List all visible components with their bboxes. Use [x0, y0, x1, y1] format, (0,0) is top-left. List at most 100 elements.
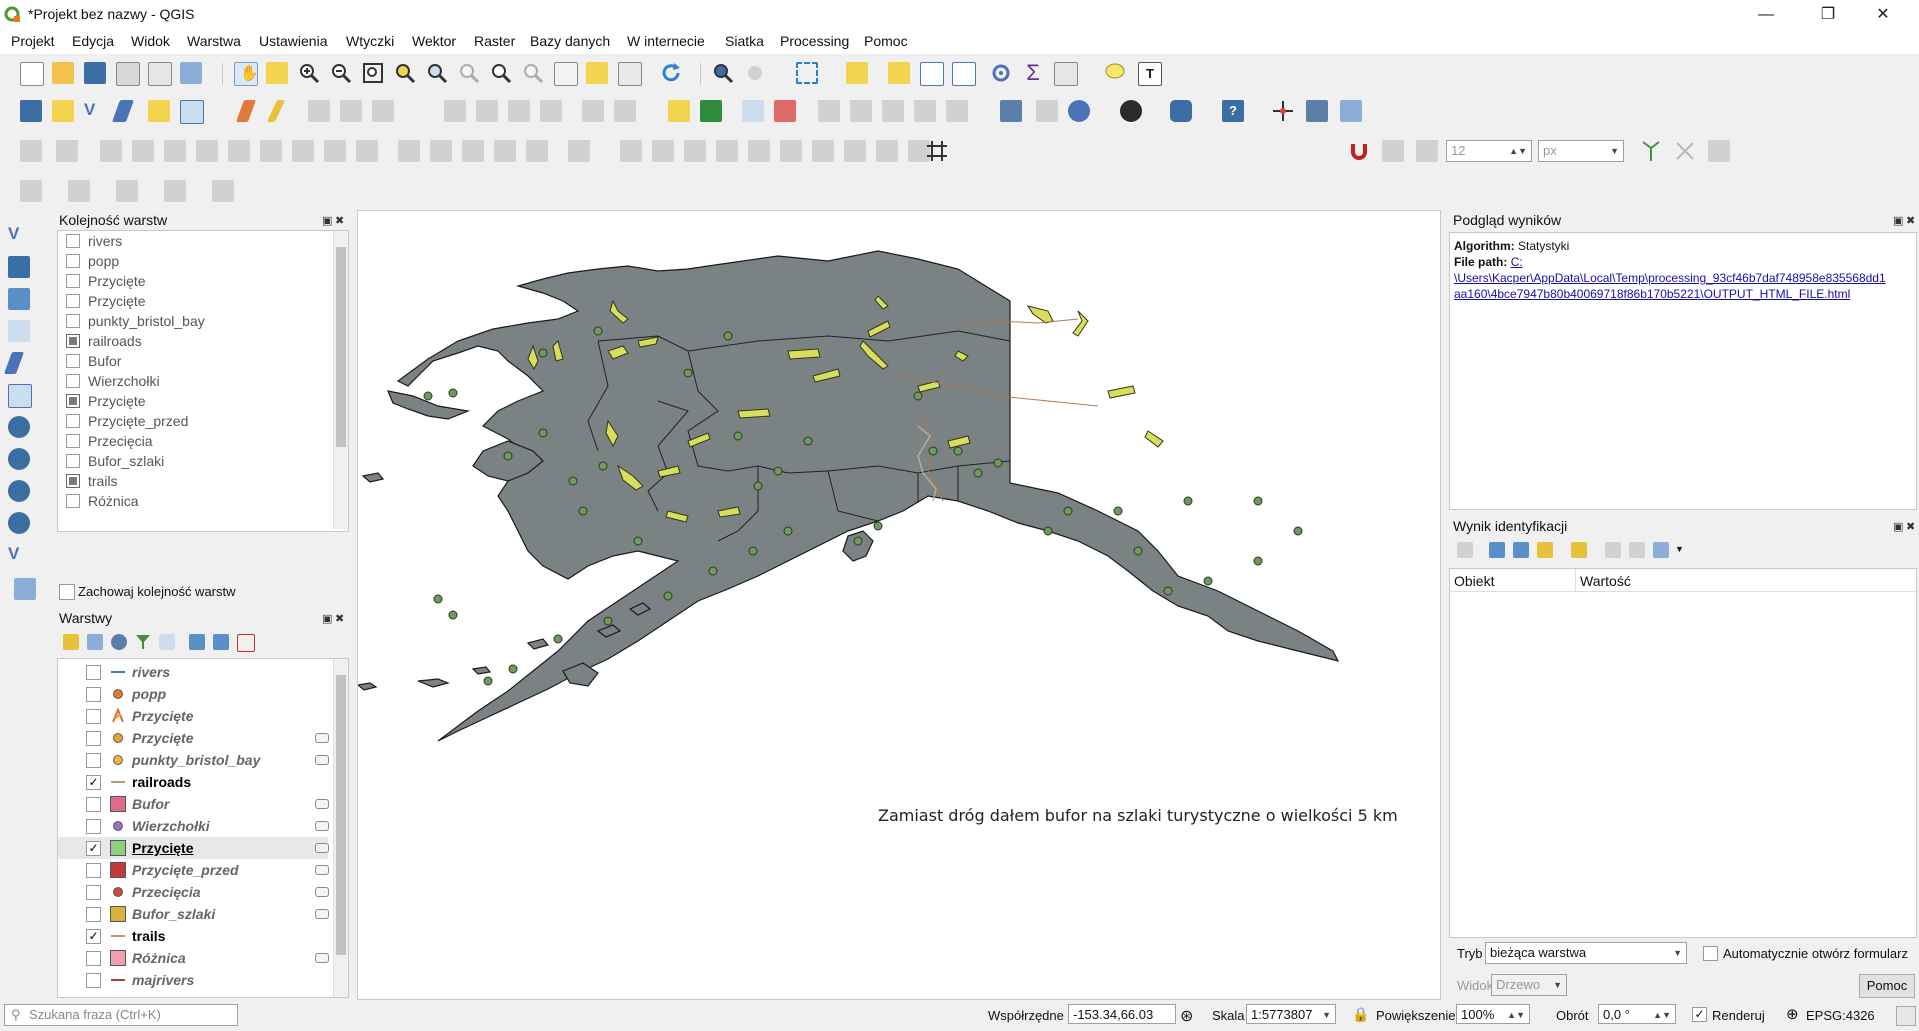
- layer-visibility-checkbox[interactable]: [86, 819, 101, 834]
- new-geopackage-icon[interactable]: [52, 100, 74, 122]
- digitize-icon[interactable]: [111, 100, 135, 122]
- field-calculator-icon[interactable]: [952, 62, 976, 86]
- menu-processing[interactable]: Processing: [780, 33, 849, 49]
- select-by-value-icon[interactable]: [846, 62, 868, 84]
- layer-indicator-icon[interactable]: [315, 909, 329, 919]
- undo-icon[interactable]: [582, 100, 604, 122]
- menu-bazy-danych[interactable]: Bazy danych: [530, 33, 610, 49]
- measure-icon[interactable]: [1054, 62, 1078, 86]
- help-button[interactable]: Pomoc: [1859, 974, 1915, 998]
- float-panel-icon[interactable]: ▣: [322, 612, 332, 625]
- add-virtual-icon[interactable]: [8, 384, 32, 408]
- filter-expression-icon[interactable]: [159, 634, 175, 650]
- snapping-magnet-icon[interactable]: [1348, 140, 1370, 162]
- collapse-all-icon[interactable]: [1513, 542, 1529, 558]
- add-xyz-icon[interactable]: [14, 578, 36, 600]
- layer-indicator-icon[interactable]: [315, 865, 329, 875]
- text-annotation-icon[interactable]: T: [1138, 62, 1162, 86]
- reshape-features-icon[interactable]: [324, 140, 346, 162]
- view-select[interactable]: Drzewo ▼: [1491, 974, 1567, 996]
- extents-toggle-icon[interactable]: ⊛: [1180, 1006, 1193, 1026]
- rotation-input[interactable]: 0,0 ° ▲▼: [1598, 1004, 1676, 1024]
- close-panel-icon[interactable]: ✖: [1906, 214, 1915, 227]
- float-panel-icon[interactable]: ▣: [1893, 214, 1903, 227]
- zoom-last-icon[interactable]: [490, 62, 512, 84]
- simplify-feature-icon[interactable]: [132, 140, 154, 162]
- mode-select[interactable]: bieżąca warstwa ▼: [1485, 942, 1687, 964]
- order-checkbox[interactable]: [66, 254, 80, 268]
- menu-wektor[interactable]: Wektor: [412, 33, 456, 49]
- layer-visibility-checkbox[interactable]: [86, 665, 101, 680]
- remove-layer-icon[interactable]: [237, 634, 255, 652]
- filter-legend-icon[interactable]: [135, 634, 151, 650]
- crs-globe-icon[interactable]: ⊕: [1786, 1005, 1799, 1023]
- snap-intersection-icon[interactable]: [1708, 140, 1730, 162]
- layer-row[interactable]: majrivers: [58, 969, 328, 991]
- map-annotation[interactable]: Zamiast dróg dałem bufor na szlaki turys…: [878, 806, 1398, 825]
- identify-features-icon[interactable]: [712, 62, 734, 84]
- layer-row[interactable]: popp: [58, 683, 328, 705]
- save-edits-icon[interactable]: [308, 100, 330, 122]
- layer-visibility-checkbox[interactable]: [86, 973, 101, 988]
- rotate-feature-icon[interactable]: [100, 140, 122, 162]
- trim-extend-icon[interactable]: [620, 140, 642, 162]
- expand-tree-icon[interactable]: [1457, 542, 1473, 558]
- layer-indicator-icon[interactable]: [315, 821, 329, 831]
- order-checkbox[interactable]: [66, 334, 80, 348]
- snap-tolerance-input[interactable]: 12 ▲▼: [1446, 140, 1532, 162]
- change-label-icon[interactable]: [914, 100, 936, 122]
- print-response-icon[interactable]: [1629, 542, 1645, 558]
- snapping-tracing-icon[interactable]: [652, 140, 674, 162]
- layer-indicator-icon[interactable]: [315, 733, 329, 743]
- add-spatialite-icon[interactable]: [3, 352, 25, 374]
- metasearch-icon[interactable]: [1120, 100, 1142, 122]
- order-checkbox[interactable]: [66, 314, 80, 328]
- layer-visibility-checkbox[interactable]: [86, 885, 101, 900]
- data-source-manager-icon[interactable]: [20, 100, 42, 122]
- georeferencer-icon[interactable]: [1340, 100, 1362, 122]
- pan-to-selection-icon[interactable]: [266, 62, 288, 84]
- delete-ring-icon[interactable]: [260, 140, 282, 162]
- order-checkbox[interactable]: [66, 454, 80, 468]
- show-hide-labels-icon[interactable]: [818, 100, 840, 122]
- zoom-next-icon[interactable]: [522, 62, 544, 84]
- render-checkbox[interactable]: ✓: [1692, 1007, 1707, 1022]
- menu-warstwa[interactable]: Warstwa: [187, 33, 241, 49]
- maximize-button[interactable]: ❐: [1805, 0, 1851, 30]
- paste-features-icon[interactable]: [540, 100, 562, 122]
- menu-edycja[interactable]: Edycja: [72, 33, 114, 49]
- pan-hand-icon[interactable]: ✋: [234, 62, 259, 86]
- close-panel-icon[interactable]: ✖: [335, 612, 344, 625]
- layer-visibility-checkbox[interactable]: [86, 687, 101, 702]
- zoom-full-icon[interactable]: [362, 62, 384, 84]
- style-manager-icon[interactable]: [180, 62, 202, 84]
- layers-scrollbar[interactable]: [333, 659, 348, 997]
- order-scroll-thumb[interactable]: [336, 247, 346, 447]
- zoom-native-icon[interactable]: [458, 62, 480, 84]
- layer-row[interactable]: ✓ trails: [58, 925, 328, 947]
- coordinate-capture-icon[interactable]: [1306, 100, 1328, 122]
- layer-row[interactable]: Bufor_szlaki: [58, 903, 329, 925]
- float-panel-icon[interactable]: ▣: [1893, 520, 1903, 533]
- processing-toolbox-icon[interactable]: [990, 62, 1012, 84]
- add-wfs-icon[interactable]: [8, 480, 30, 502]
- digitize-ellipse-icon[interactable]: [68, 180, 90, 202]
- layers-scroll-thumb[interactable]: [336, 675, 346, 955]
- snap-unit-select[interactable]: px ▼: [1538, 140, 1624, 162]
- add-delimited-text-icon[interactable]: [8, 320, 30, 342]
- shape-ellipse-icon[interactable]: [716, 140, 738, 162]
- close-button[interactable]: ✕: [1860, 0, 1906, 30]
- deselect-all-icon[interactable]: [888, 62, 910, 84]
- add-vector-icon[interactable]: V: [8, 224, 30, 246]
- layer-visibility-checkbox[interactable]: [86, 797, 101, 812]
- layer-indicator-icon[interactable]: [315, 887, 329, 897]
- statistical-summary-icon[interactable]: Σ: [1022, 62, 1044, 84]
- keep-order-checkbox[interactable]: [59, 584, 75, 600]
- order-checkbox[interactable]: [66, 354, 80, 368]
- attribute-table-icon[interactable]: [920, 62, 944, 86]
- save-project-icon[interactable]: [84, 62, 106, 84]
- identify-settings-icon[interactable]: [1653, 542, 1669, 558]
- crosshair-icon[interactable]: [1272, 100, 1294, 122]
- toggle-editing-icon[interactable]: [266, 100, 286, 122]
- layer-visibility-checkbox[interactable]: ✓: [86, 775, 101, 790]
